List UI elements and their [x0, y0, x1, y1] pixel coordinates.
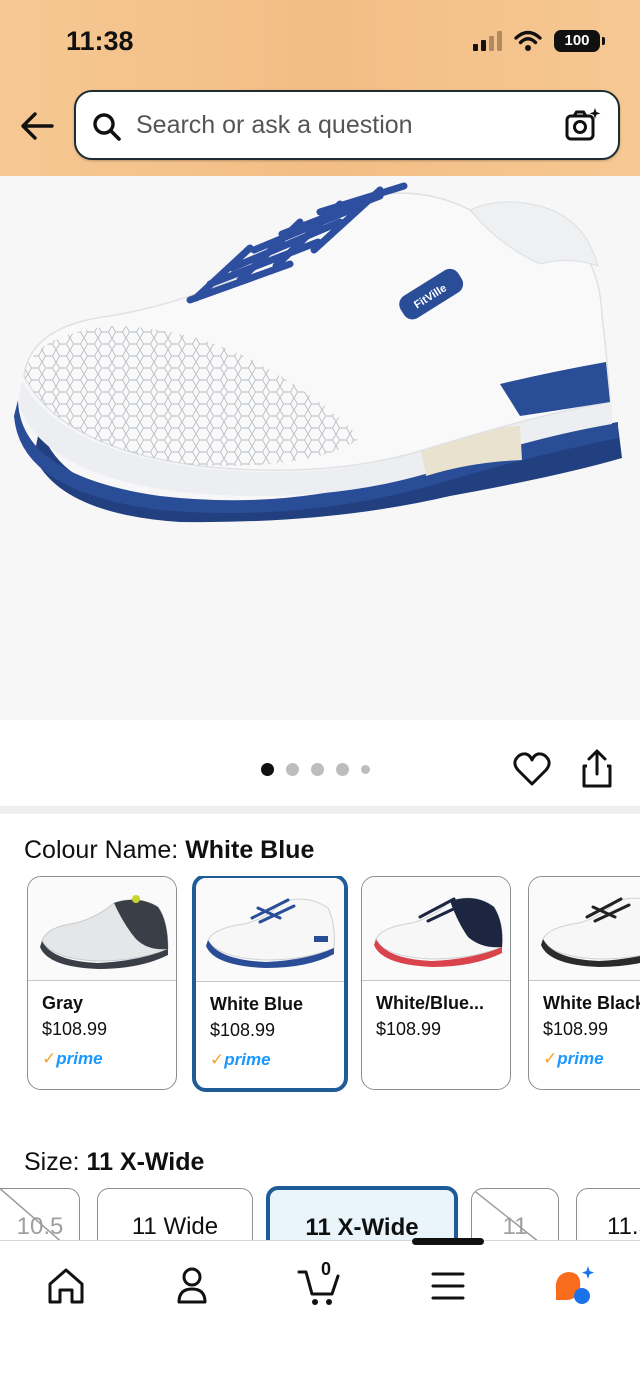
search-input[interactable]	[136, 92, 556, 158]
selected-colour: White Blue	[185, 836, 315, 864]
unavailable-strike	[0, 1189, 61, 1240]
swatch-price: $108.99	[210, 1020, 276, 1040]
menu-icon[interactable]	[424, 1262, 472, 1310]
product-image[interactable]: FitVille	[0, 176, 640, 720]
pagination-dot[interactable]	[361, 765, 370, 774]
cart-count: 0	[320, 1259, 331, 1279]
prime-badge: ✓prime	[42, 1049, 103, 1068]
status-time: 11:38	[66, 26, 134, 56]
pagination-dot[interactable]	[311, 763, 324, 776]
swatch-thumbnail	[196, 878, 344, 982]
size-option-selected[interactable]: 11 X-Wide	[266, 1186, 458, 1240]
app-header: 11:38 100	[0, 0, 640, 176]
swatch-name: Gray	[42, 993, 84, 1013]
size-label-text: Size:	[24, 1148, 80, 1176]
unavailable-strike	[472, 1189, 538, 1240]
section-divider	[0, 806, 640, 814]
size-options: 10.5 11 Wide 11 X-Wide 11 11.5	[0, 1186, 640, 1240]
colour-label: Colour Name: White Blue	[24, 836, 314, 865]
pagination-dot[interactable]	[336, 763, 349, 776]
swatch-name: White/Blue...	[376, 993, 484, 1013]
size-option[interactable]: 11	[471, 1188, 559, 1240]
size-option[interactable]: 11.5	[576, 1188, 640, 1240]
colour-option-white-blue[interactable]: White Blue $108.99 ✓prime	[192, 876, 348, 1092]
swatch-name: White Black	[543, 993, 640, 1013]
heart-icon[interactable]	[512, 750, 552, 788]
battery-icon: 100	[554, 30, 605, 52]
swatch-name: White Blue	[210, 994, 303, 1014]
search-icon	[93, 113, 121, 141]
golf-shoe-image: FitVille	[14, 182, 622, 523]
size-option[interactable]: 11 Wide	[97, 1188, 253, 1240]
swatch-thumbnail	[529, 877, 640, 981]
wifi-icon	[514, 30, 542, 51]
cellular-signal-icon	[473, 31, 502, 51]
home-icon[interactable]	[42, 1262, 90, 1310]
colour-label-text: Colour Name:	[24, 836, 179, 864]
image-pagination-dots[interactable]	[261, 763, 370, 776]
swatch-price: $108.99	[376, 1019, 442, 1039]
swatch-thumbnail	[28, 877, 176, 981]
colour-option-gray[interactable]: Gray $108.99 ✓prime	[27, 876, 177, 1090]
camera-search-icon[interactable]	[564, 106, 602, 144]
pagination-dot[interactable]	[261, 763, 274, 776]
size-label: Size: 11 X-Wide	[24, 1148, 204, 1177]
swatch-thumbnail	[362, 877, 510, 981]
home-indicator	[412, 1238, 484, 1245]
selected-size: 11 X-Wide	[86, 1148, 205, 1176]
size-option[interactable]: 10.5	[0, 1188, 80, 1240]
pagination-dot[interactable]	[286, 763, 299, 776]
account-icon[interactable]	[168, 1262, 216, 1310]
status-icons: 100	[473, 30, 605, 52]
colour-option-white-blue-red[interactable]: White/Blue... $108.99	[361, 876, 511, 1090]
swatch-price: $108.99	[42, 1019, 108, 1039]
search-bar[interactable]	[74, 90, 620, 160]
prime-badge: ✓prime	[543, 1049, 604, 1068]
assistant-icon[interactable]	[550, 1262, 598, 1310]
cart-button[interactable]: 0	[296, 1259, 344, 1310]
swatch-price: $108.99	[543, 1019, 609, 1039]
colour-swatches: Gray $108.99 ✓prime White Blue $108.99 ✓…	[26, 876, 640, 1096]
back-arrow-icon[interactable]	[18, 108, 56, 144]
prime-badge: ✓prime	[210, 1050, 271, 1069]
share-icon[interactable]	[578, 748, 616, 790]
colour-option-white-black[interactable]: White Black $108.99 ✓prime	[528, 876, 640, 1090]
